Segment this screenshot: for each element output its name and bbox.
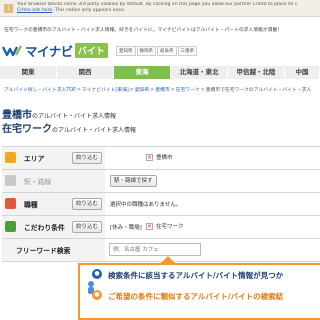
remove-chip-icon[interactable]: × <box>146 222 153 230</box>
tab-koshinetsu-hokuriku[interactable]: 甲信越・北陸 <box>228 66 285 79</box>
cookie-notice-text: Your browser blocks some 3rd party cooki… <box>17 2 320 14</box>
breadcrumb-current: 豊橋市で在宅ワークのアルバイト・バイト・求人 <box>205 88 312 93</box>
area-selected-chip: × 豊橋市 <box>146 153 173 161</box>
page-subtitle-condition: 在宅ワーク <box>2 124 52 135</box>
page-title: 豊橋市のアルバイト・バイト求人情報 <box>2 106 116 121</box>
keyword-label: フリーワード検索 <box>16 247 71 255</box>
check-icon <box>5 221 16 232</box>
station-label: 駅・路線 <box>24 178 52 186</box>
breadcrumb-link[interactable]: マイナビバイト[東海] <box>82 88 129 93</box>
logo-badge: バイト <box>74 42 108 58</box>
job-empty-text: 選択中の職種はありません。 <box>110 202 182 208</box>
tab-kansai[interactable]: 関西 <box>57 66 114 79</box>
area-filter-button[interactable]: 絞り込む <box>72 152 103 164</box>
area-chip-label: 豊橋市 <box>156 155 173 161</box>
search-conditions-table: エリア 絞り込む × 豊橋市 駅・路線 駅・路線で探す 職種 絞り込む 選択中の職… <box>2 146 320 262</box>
tab-tokai[interactable]: 東海 <box>114 66 171 79</box>
no-results-message: 検索条件に該当するアルバイト/バイト情報が見つか <box>108 271 284 280</box>
logo-text: マイナビ <box>25 43 73 59</box>
tab-hokkaido-tohoku[interactable]: 北海道・東北 <box>171 66 228 79</box>
train-icon <box>5 175 16 186</box>
conditions-chip-label: 在宅ワーク <box>156 224 184 230</box>
job-label: 職種 <box>24 201 38 209</box>
similar-results-message: ご希望の条件に類似するアルバイト/バイトの検索結 <box>108 292 284 301</box>
conditions-label: こだわり条件 <box>24 224 65 232</box>
remove-chip-icon[interactable]: × <box>146 153 153 161</box>
keyword-search-input[interactable] <box>109 243 201 256</box>
search-row-label: 駅・路線 <box>2 170 105 192</box>
breadcrumb-link[interactable]: 豊橋市 <box>155 88 169 93</box>
tab-chugoku[interactable]: 中国 <box>285 66 320 79</box>
cookie-notice-bar: i Your browser blocks some 3rd party coo… <box>0 0 320 17</box>
breadcrumb-link[interactable]: 愛知県 <box>135 88 149 93</box>
search-row-conditions: こだわり条件 絞り込む [休み・職場] × 在宅ワーク <box>2 216 320 239</box>
job-filter-button[interactable]: 絞り込む <box>72 198 103 210</box>
region-nav-tabs: 関東 関西 東海 北海道・東北 甲信越・北陸 中国 <box>0 66 320 79</box>
region-links: 愛知県 静岡県 岐阜県 三重県 <box>116 46 197 56</box>
info-icon: ● <box>92 269 102 279</box>
search-row-area: エリア 絞り込む × 豊橋市 <box>2 147 320 170</box>
station-search-button[interactable]: 駅・路線で探す <box>110 175 157 187</box>
region-link[interactable]: 岐阜県 <box>157 46 177 56</box>
page-title-suffix: のアルバイト・バイト求人情報 <box>32 113 116 120</box>
region-link[interactable]: 静岡県 <box>136 46 156 56</box>
region-link[interactable]: 三重県 <box>177 46 197 56</box>
area-label: エリア <box>24 155 45 163</box>
site-logo[interactable]: マイナビ バイト <box>2 42 108 59</box>
conditions-filter-button[interactable]: 絞り込む <box>72 221 103 233</box>
info-icon: i <box>4 4 13 13</box>
search-row-label: フリーワード検索 <box>2 239 105 261</box>
briefcase-icon <box>5 198 16 209</box>
criteo-ads-link[interactable]: Criteo ads here <box>17 8 52 13</box>
no-results-banner: ● 検索条件に該当するアルバイト/バイト情報が見つか ● ご希望の条件に類似する… <box>78 256 320 320</box>
page-subtitle: 在宅ワークのアルバイト・バイト求人情報 <box>2 120 136 135</box>
map-pin-icon <box>5 152 16 163</box>
conditions-category: [休み・職場] <box>110 225 142 231</box>
tab-kanto[interactable]: 関東 <box>0 66 57 79</box>
breadcrumb-link[interactable]: アルバイト探し・バイト求人TOP <box>4 88 76 93</box>
info-icon: ● <box>92 290 102 300</box>
cookie-notice-line2: . This notice only appears once. <box>52 8 126 13</box>
search-row-job: 職種 絞り込む 選択中の職種はありません。 <box>2 193 320 216</box>
breadcrumb-link[interactable]: 在宅ワーク <box>176 88 200 93</box>
conditions-selected-chip: × 在宅ワーク <box>146 222 184 230</box>
breadcrumb: アルバイト探し・バイト求人TOP>マイナビバイト[東海]>愛知県>豊橋市>在宅ワ… <box>4 88 312 93</box>
page-description: 在宅ワークの豊橋市のアルバイト・バイト求人情報。好きをバイトに。マイナビバイトは… <box>4 28 283 33</box>
search-row-station: 駅・路線 駅・路線で探す <box>2 170 320 193</box>
page-subtitle-suffix: のアルバイト・バイト求人情報 <box>52 127 136 134</box>
logo-mark-icon <box>2 43 24 57</box>
region-link[interactable]: 愛知県 <box>116 46 136 56</box>
